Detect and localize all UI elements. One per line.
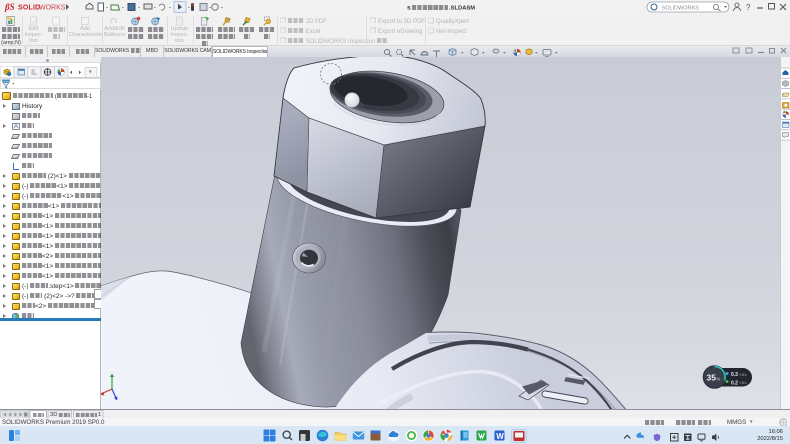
- svg-text:?: ?: [746, 3, 751, 12]
- svg-text:SOLID: SOLID: [18, 5, 40, 12]
- svg-text:s: s: [407, 4, 411, 11]
- svg-text:KB/s: KB/s: [740, 373, 748, 377]
- svg-text:0.2: 0.2: [731, 380, 738, 386]
- svg-text:0.3: 0.3: [731, 372, 738, 378]
- svg-text:%: %: [717, 377, 721, 382]
- svg-text:35: 35: [707, 373, 717, 383]
- svg-text:.SLDASM: .SLDASM: [449, 5, 475, 11]
- svg-text:WORKS: WORKS: [39, 5, 66, 12]
- svg-text:βS: βS: [4, 2, 15, 12]
- svg-text:SOLIDWORKS: SOLIDWORKS: [660, 5, 700, 11]
- svg-text:W: W: [496, 432, 504, 441]
- svg-text:KB/s: KB/s: [740, 381, 748, 385]
